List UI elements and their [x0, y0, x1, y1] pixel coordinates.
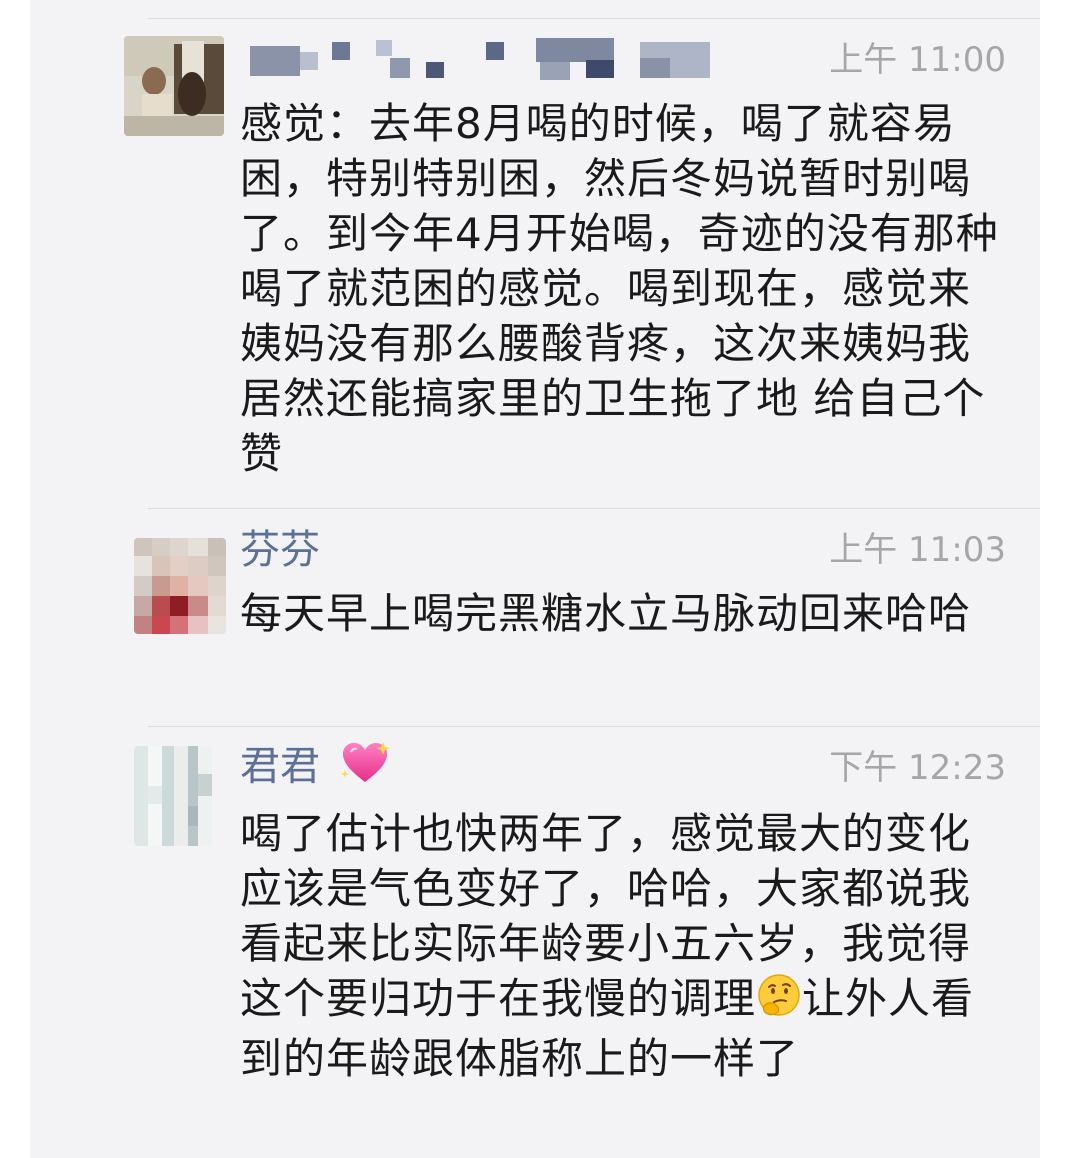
avatar[interactable]: [134, 538, 226, 634]
avatar-pixelated-icon: [134, 538, 226, 634]
avatar[interactable]: [124, 36, 224, 136]
divider: [148, 726, 1040, 727]
message-text[interactable]: 感觉：去年8月喝的时候，喝了就容易困，特别特别困，然后冬妈说暂时别喝了。到今年4…: [240, 96, 1000, 481]
avatar-pixelated-icon: [134, 746, 212, 846]
divider: [148, 18, 1040, 19]
sender-name[interactable]: 芬芬: [240, 526, 320, 574]
message-time: 下午 12:23: [829, 748, 1006, 788]
message-text[interactable]: 喝了估计也快两年了，感觉最大的变化应该是气色变好了，哈哈，大家都说我看起来比实际…: [240, 806, 1000, 1136]
avatar[interactable]: [134, 746, 212, 846]
sender-name-label: 君君: [240, 743, 320, 790]
thinking-face-icon: [756, 972, 802, 1031]
chat-panel: 上午 11:00 感觉：去年8月喝的时候，喝了就容易困，特别特别困，然后冬妈说暂…: [30, 0, 1040, 1158]
redacted-name: [240, 38, 720, 86]
message-text[interactable]: 每天早上喝完黑糖水立马脉动回来哈哈: [240, 586, 1000, 696]
sparkling-heart-icon: [339, 740, 391, 797]
message-time: 上午 11:00: [829, 40, 1006, 80]
sender-name[interactable]: 君君: [240, 740, 391, 797]
divider: [148, 508, 1040, 509]
avatar-photo-icon: [124, 36, 224, 136]
message-time: 上午 11:03: [829, 530, 1006, 570]
